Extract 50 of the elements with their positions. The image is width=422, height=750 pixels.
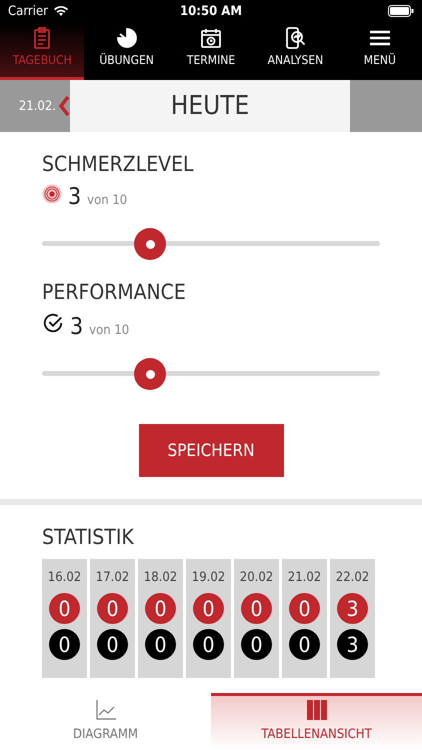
pain-score: 0 <box>97 593 128 624</box>
day-date: 16.02 <box>48 570 82 585</box>
performance-score: 0 <box>49 629 80 660</box>
performance-score: 0 <box>97 629 128 660</box>
rating-title: PERFORMANCE <box>42 280 187 304</box>
slider-thumb[interactable] <box>134 228 166 260</box>
pain-score: 0 <box>241 593 272 624</box>
slider-thumb[interactable] <box>134 358 166 390</box>
rating-title: SCHMERZLEVEL <box>42 152 195 176</box>
day-date: 21.02 <box>288 570 322 585</box>
rating-scale: von 10 <box>89 323 130 338</box>
statistics-title: STATISTIK <box>42 525 135 549</box>
pain-score: 0 <box>145 593 176 624</box>
battery-icon <box>388 5 414 17</box>
rating-value: 3 <box>70 314 84 340</box>
pain-score: 0 <box>49 593 80 624</box>
day-date: 19.02 <box>192 570 226 585</box>
carrier-label: Carrier <box>8 4 48 18</box>
rating-scale: von 10 <box>87 193 128 208</box>
nav-tab[interactable]: TAGEBUCH <box>0 22 84 80</box>
wifi-icon <box>52 5 69 17</box>
performance-score: 0 <box>289 629 320 660</box>
day-date: 18.02 <box>144 570 178 585</box>
phone-magnifier-icon <box>283 26 308 50</box>
slider-track[interactable] <box>42 228 380 260</box>
calendar-icon <box>199 26 224 50</box>
pain-score: 0 <box>289 593 320 624</box>
pain-score: 0 <box>193 593 224 624</box>
day-date: 22.02 <box>336 570 370 585</box>
performance-score: 0 <box>193 629 224 660</box>
nav-tab[interactable]: TERMINE <box>168 22 254 80</box>
line-chart-icon <box>94 699 116 721</box>
clock-time: 10:50 AM <box>180 4 242 18</box>
table-icon <box>306 699 328 721</box>
nav-tab[interactable]: ÜBUNGEN <box>84 22 169 80</box>
target-icon <box>42 184 62 204</box>
performance-score: 0 <box>241 629 272 660</box>
performance-score: 3 <box>337 629 368 660</box>
performance-score: 0 <box>145 629 176 660</box>
rating-value: 3 <box>68 184 82 210</box>
day-date: 17.02 <box>96 570 130 585</box>
day-date: 20.02 <box>240 570 274 585</box>
check-circle-icon <box>42 312 64 334</box>
pain-score: 3 <box>337 593 368 624</box>
nav-tab[interactable]: ANALYSEN <box>253 22 338 80</box>
slider-track[interactable] <box>42 358 380 390</box>
save-button[interactable]: SPEICHERN <box>138 424 284 477</box>
nav-tab[interactable]: MENÜ <box>338 22 422 80</box>
pie-chart-icon <box>114 26 139 50</box>
day-title: HEUTE <box>70 80 350 132</box>
